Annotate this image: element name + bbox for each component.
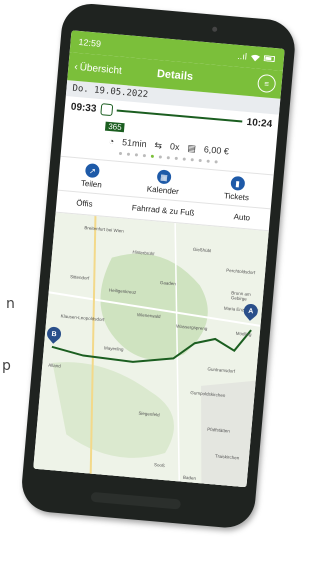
tickets-label: Tickets	[223, 191, 250, 203]
transfer-icon: ⇆	[154, 139, 163, 151]
page-dot	[166, 156, 170, 160]
page-dot	[126, 152, 130, 156]
phone-screen: 12:59 ..ıl ‹ Übersicht Details ≡ Do. 19.…	[33, 30, 285, 488]
duration: 51min	[121, 137, 148, 150]
status-icons: ..ıl	[237, 51, 276, 64]
page-dot	[214, 160, 218, 164]
price-icon: ▤	[187, 142, 197, 154]
tab-car[interactable]: Auto	[233, 212, 250, 222]
line-badge: 365	[104, 121, 126, 133]
page-dot	[198, 158, 202, 163]
map-label: Alland	[48, 362, 61, 369]
menu-icon[interactable]: ≡	[256, 73, 277, 94]
back-label: Übersicht	[79, 61, 123, 77]
map-label: Baden	[182, 474, 197, 481]
phone-mockup: 12:59 ..ıl ‹ Übersicht Details ≡ Do. 19.…	[0, 0, 320, 564]
train-icon	[99, 103, 113, 117]
tickets-button[interactable]: ▮ Tickets	[224, 175, 251, 202]
side-text-2: p	[2, 358, 11, 374]
map-label: Sooß	[153, 462, 165, 469]
tab-oeffis[interactable]: Öffis	[76, 198, 93, 208]
battery-icon	[263, 55, 276, 63]
chevron-left-icon: ‹	[73, 61, 79, 73]
page-dot	[142, 153, 146, 158]
calendar-label: Kalender	[146, 184, 180, 197]
page-dot	[190, 158, 194, 162]
phone-body: 12:59 ..ıl ‹ Übersicht Details ≡ Do. 19.…	[19, 1, 298, 530]
transfers: 0x	[169, 141, 180, 153]
wifi-icon	[251, 54, 261, 61]
clock-icon: ◔	[108, 135, 115, 147]
signal-icon: ..ıl	[237, 50, 248, 62]
page-dot	[182, 157, 186, 161]
calendar-button[interactable]: ▦ Kalender	[146, 169, 181, 197]
page-dot	[174, 156, 178, 160]
status-time: 12:59	[78, 36, 102, 49]
tab-bike-walk[interactable]: Fahrrad & zu Fuß	[131, 203, 194, 217]
route-map[interactable]: Breitenfurt bei Wien Hinterbrühl Gießhüb…	[33, 212, 269, 488]
page-dot	[134, 153, 138, 157]
back-button[interactable]: ‹ Übersicht	[74, 61, 122, 76]
page-dot	[158, 155, 162, 159]
ticket-icon: ▮	[230, 175, 246, 191]
price: 6,00 €	[203, 144, 230, 157]
calendar-icon: ▦	[156, 169, 172, 185]
page-dot-active	[150, 154, 154, 158]
camera-icon	[211, 26, 218, 32]
share-icon: ↗	[84, 163, 101, 179]
share-label: Teilen	[80, 178, 103, 190]
home-indicator[interactable]	[90, 491, 182, 510]
side-text-1: n	[6, 296, 15, 312]
page-dot	[118, 151, 122, 156]
arrive-time: 10:24	[246, 116, 273, 130]
share-button[interactable]: ↗ Teilen	[80, 163, 104, 190]
page-dot	[206, 159, 210, 163]
